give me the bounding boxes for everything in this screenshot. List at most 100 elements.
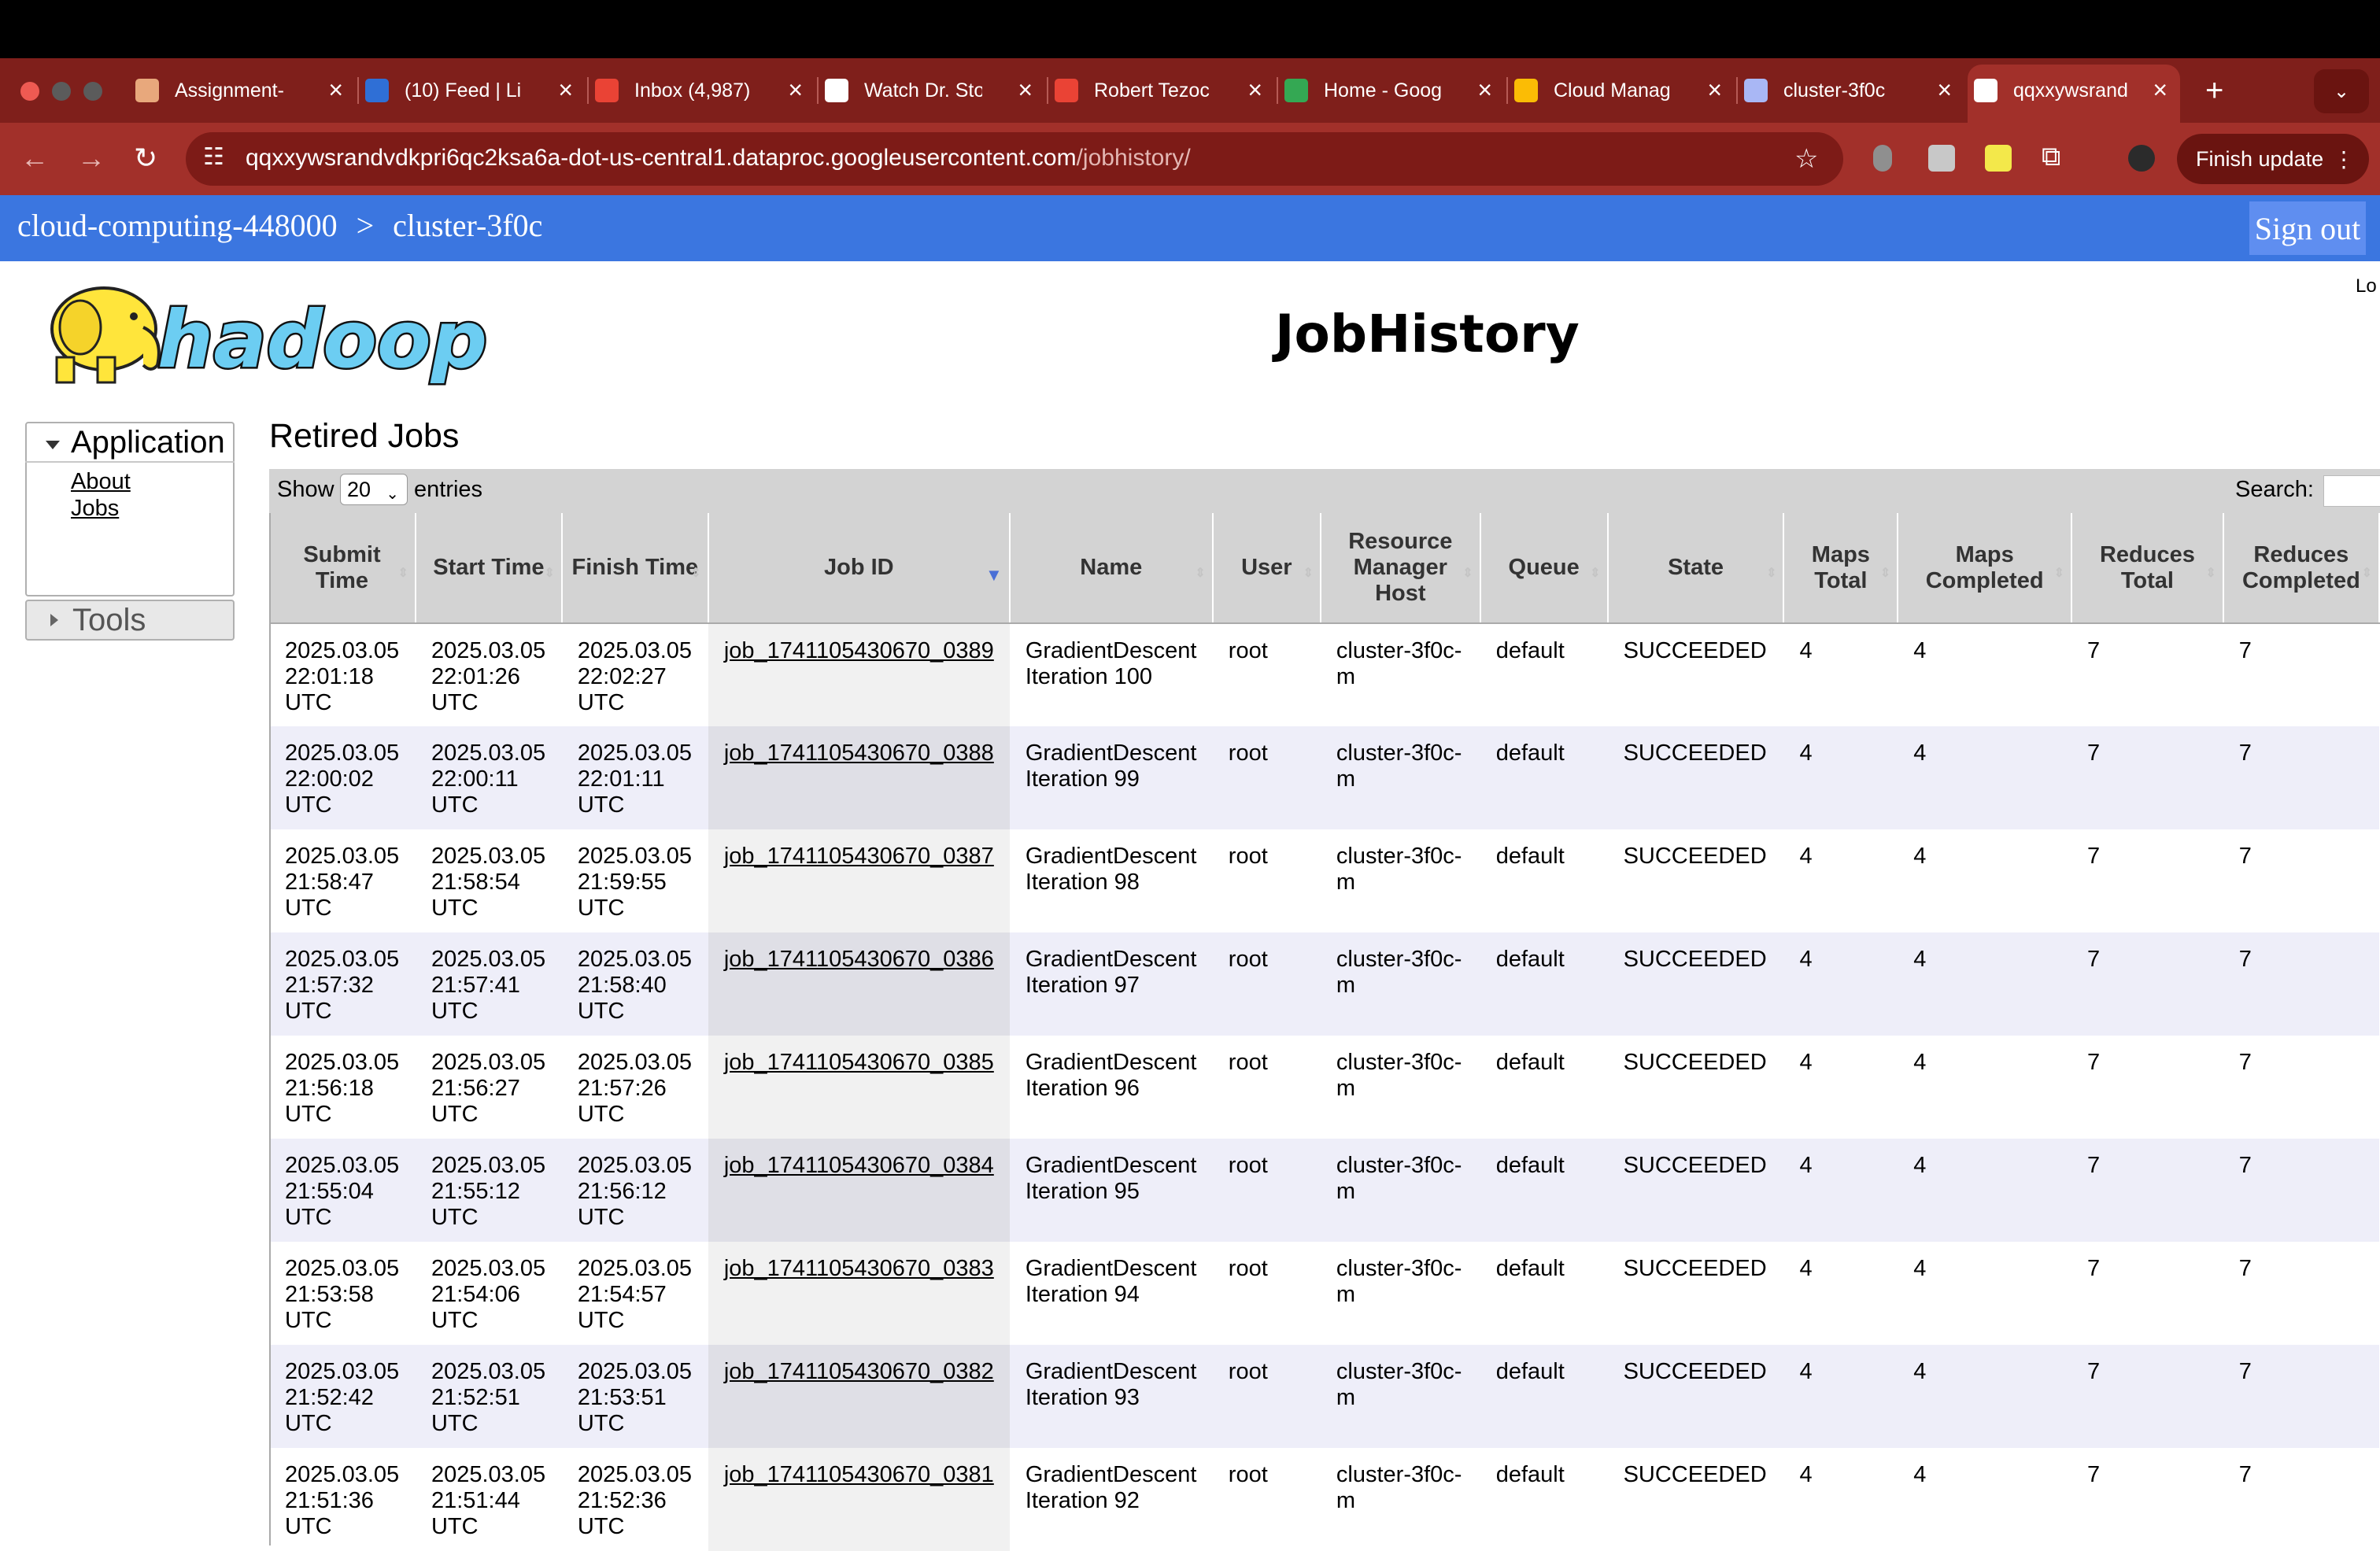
table-header-row: Submit Time ⇕ Start Time ⇕ Finish Time ⇕ Job I… [269,513,2380,624]
browser-tab[interactable]: Home - Goog × [1284,66,1505,115]
table-row: 2025.03.05 21:56:18 UTC 2025.03.05 21:56:… [269,1036,2379,1139]
triangle-down-icon [46,441,60,449]
cell-maps-total: 4 [1783,1036,1898,1139]
cell-job-id: job_1741105430670_0389 [708,623,1010,726]
column-header[interactable]: Resource Manager Host ⇕ [1320,513,1481,624]
cell-maps-total: 4 [1783,1448,1898,1551]
column-header[interactable]: Job ID ▼ [708,513,1011,624]
breadcrumb-cluster[interactable]: cluster-3f0c [393,208,542,243]
column-header[interactable]: Reduces Completed ⇕ [2223,513,2380,624]
close-icon[interactable]: × [328,77,343,102]
cell-queue: default [1480,1448,1608,1551]
table-row: 2025.03.05 21:55:04 UTC 2025.03.05 21:55:… [269,1139,2379,1242]
job-id-link[interactable]: job_1741105430670_0383 [724,1256,994,1281]
close-icon[interactable]: × [558,77,573,102]
browser-tab[interactable]: cluster-3f0c × [1744,66,1964,115]
column-header[interactable]: Maps Completed ⇕ [1898,513,2073,624]
cell-queue: default [1480,1345,1608,1448]
window-zoom-button[interactable] [83,82,102,101]
window-minimize-button[interactable] [52,82,71,101]
tools-accordion-header[interactable]: Tools [25,600,235,641]
cell-start: 2025.03.05 21:52:51 UTC [415,1345,562,1448]
cell-name: GradientDescent Iteration 94 [1009,1242,1213,1345]
job-id-link[interactable]: job_1741105430670_0381 [724,1462,994,1487]
column-header[interactable]: Submit Time ⇕ [269,513,416,624]
cell-user: root [1212,1242,1321,1345]
cell-maps-total: 4 [1783,932,1898,1036]
chevron-down-icon: ⌄ [2333,80,2350,102]
cell-job-id: job_1741105430670_0383 [708,1242,1010,1345]
close-icon[interactable]: × [1247,77,1262,102]
tab-search-button[interactable]: ⌄ [2314,69,2369,113]
close-icon[interactable]: × [1707,77,1722,102]
application-accordion-header[interactable]: Application [25,422,235,463]
close-icon[interactable]: × [1018,77,1033,102]
extension-icon[interactable] [1985,145,2012,172]
browser-tab[interactable]: qqxxywsrand × [1974,66,2180,115]
close-icon[interactable]: × [1937,77,1952,102]
browser-tab[interactable]: Cloud Manag × [1514,66,1735,115]
watch-icon [825,79,848,102]
close-icon[interactable]: × [1477,77,1492,102]
table-row: 2025.03.05 21:53:58 UTC 2025.03.05 21:54:… [269,1242,2379,1345]
cell-reduces-completed: 7 [2223,1036,2379,1139]
profile-avatar-icon[interactable] [2128,145,2155,172]
page-length-value: 20 [347,478,371,501]
job-id-link[interactable]: job_1741105430670_0386 [724,947,994,972]
job-id-link[interactable]: job_1741105430670_0387 [724,844,994,869]
cell-user: root [1212,932,1321,1036]
browser-tab[interactable]: Inbox (4,987) × [595,66,815,115]
window-close-button[interactable] [20,82,39,101]
cell-user: root [1212,1448,1321,1551]
job-id-link[interactable]: job_1741105430670_0389 [724,638,994,663]
page-length-select[interactable]: 20 ⌄ [340,474,408,505]
cell-maps-total: 4 [1783,726,1898,829]
cell-start: 2025.03.05 22:01:26 UTC [415,623,562,726]
close-icon[interactable]: × [2153,77,2168,102]
column-header[interactable]: Finish Time ⇕ [561,513,709,624]
close-icon[interactable]: × [788,77,803,102]
column-header[interactable]: User ⇕ [1212,513,1321,624]
job-id-link[interactable]: job_1741105430670_0384 [724,1153,994,1178]
back-button[interactable]: ← [20,142,49,175]
job-id-link[interactable]: job_1741105430670_0382 [724,1359,994,1384]
browser-tab[interactable]: (10) Feed | Li × [365,66,586,115]
sidebar-link-about[interactable]: About [71,469,131,495]
sign-out-button[interactable]: Sign out [2249,201,2366,255]
column-header[interactable]: Maps Total ⇕ [1783,513,1899,624]
column-header[interactable]: Reduces Total ⇕ [2071,513,2224,624]
new-tab-button[interactable]: + [2205,66,2237,115]
sort-desc-icon: ▼ [985,565,1003,585]
address-bar-url[interactable]: qqxxywsrandvdkpri6qc2ksa6a-dot-us-centra… [246,145,1191,172]
finish-update-button[interactable]: Finish update ⋮ [2177,134,2369,184]
cell-finish: 2025.03.05 21:53:51 UTC [561,1345,708,1448]
extension-icon[interactable] [1928,145,1955,172]
forward-button[interactable]: → [77,142,105,175]
bookmark-star-icon[interactable]: ☆ [1794,143,1818,175]
extension-icon[interactable] [1873,145,1892,172]
job-id-link[interactable]: job_1741105430670_0388 [724,740,994,766]
cell-name: GradientDescent Iteration 96 [1009,1036,1213,1139]
search-input[interactable] [2323,475,2380,507]
job-id-link[interactable]: job_1741105430670_0385 [724,1050,994,1075]
column-header[interactable]: Name ⇕ [1009,513,1214,624]
column-header[interactable]: Start Time ⇕ [415,513,563,624]
column-header[interactable]: State ⇕ [1607,513,1785,624]
sidebar-link-jobs[interactable]: Jobs [71,496,119,522]
cell-maps-total: 4 [1783,1139,1898,1242]
table-controls-bar [269,469,2380,513]
column-header[interactable]: Queue ⇕ [1480,513,1609,624]
site-info-icon[interactable]: ☷ [203,143,224,171]
cell-job-id: job_1741105430670_0387 [708,829,1010,932]
breadcrumb-project[interactable]: cloud-computing-448000 [17,208,338,243]
tab-title: Cloud Manag [1554,79,1671,102]
extensions-puzzle-icon[interactable]: ⧉ [2042,142,2060,172]
cell-maps-completed: 4 [1898,623,2072,726]
chevron-down-icon: ⌄ [386,486,399,503]
reload-button[interactable]: ↻ [134,142,157,175]
cell-start: 2025.03.05 21:57:41 UTC [415,932,562,1036]
browser-tab[interactable]: Robert Tezoc × [1055,66,1275,115]
browser-tab[interactable]: Watch Dr. Sto × [825,66,1045,115]
cell-job-id: job_1741105430670_0384 [708,1139,1010,1242]
browser-tab[interactable]: Assignment- × [135,66,356,115]
